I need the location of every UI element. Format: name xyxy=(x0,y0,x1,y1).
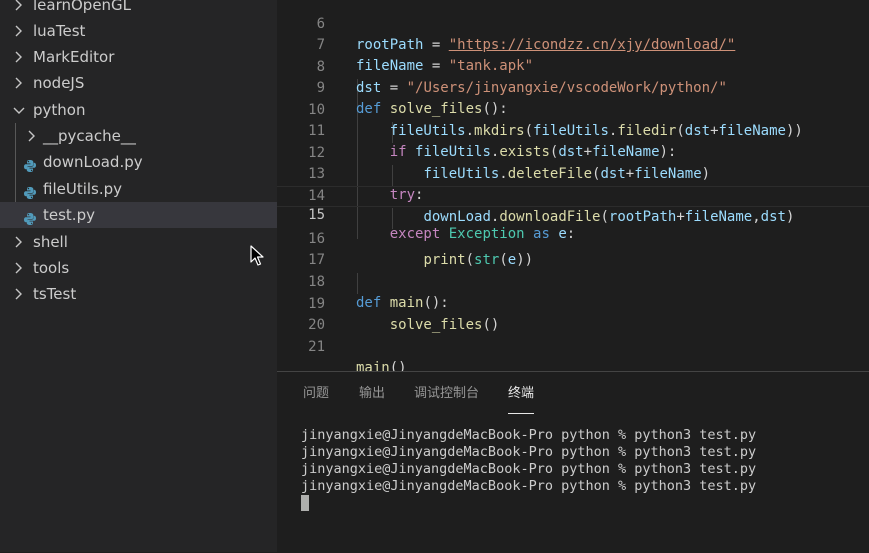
chevron-right-icon xyxy=(14,70,26,96)
terminal-line: jinyangxie@JinyangdeMacBook-Pro python %… xyxy=(301,461,757,477)
bottom-panel: 问题 输出 调试控制台 终端 jinyangxie@JinyangdeMacBo… xyxy=(277,371,869,553)
code-line[interactable]: 14 downLoad.downloadFile(rootPath+fileNa… xyxy=(277,165,869,225)
tree-file-test-py[interactable]: test.py xyxy=(0,202,277,228)
code-line[interactable]: 20 xyxy=(277,294,869,333)
tree-folder-tstest[interactable]: tsTest xyxy=(0,281,277,307)
tree-folder-nodejs[interactable]: nodeJS xyxy=(0,70,277,96)
code-line[interactable]: 13 try: xyxy=(277,143,869,203)
tree-folder-python[interactable]: python xyxy=(0,97,277,123)
tab-output[interactable]: 输出 xyxy=(359,372,385,412)
tree-label: fileUtils.py xyxy=(43,180,123,198)
tree-label: tsTest xyxy=(33,285,77,303)
line-number: 21 xyxy=(308,339,325,355)
code-line[interactable]: 18 def main(): xyxy=(277,251,869,311)
tree-file-download-py[interactable]: downLoad.py xyxy=(0,149,277,175)
terminal-line: jinyangxie@JinyangdeMacBook-Pro python %… xyxy=(301,444,757,460)
tree-label: MarkEditor xyxy=(33,48,115,66)
active-tab-indicator xyxy=(508,413,535,414)
chevron-right-icon xyxy=(14,0,26,18)
tab-debug-console[interactable]: 调试控制台 xyxy=(414,372,479,412)
tree-label: shell xyxy=(33,233,68,251)
code-line[interactable]: 9 def solve_files(): xyxy=(277,57,869,117)
tree-folder-luatest[interactable]: luaTest xyxy=(0,18,277,44)
tree-label: test.py xyxy=(43,206,95,224)
mouse-pointer-icon xyxy=(250,245,264,271)
code-line-current[interactable]: 15 except Exception as e: xyxy=(277,186,869,242)
tree-folder-tools[interactable]: tools xyxy=(0,255,277,281)
code-line[interactable]: 7 fileName = "tank.apk" xyxy=(277,14,869,74)
chevron-right-icon xyxy=(14,18,26,44)
code-line[interactable]: 17 xyxy=(277,229,869,268)
tree-label: tools xyxy=(33,259,70,277)
tree-label: luaTest xyxy=(33,22,86,40)
code-line[interactable]: 8 dst = "/Users/jinyangxie/vscodeWork/py… xyxy=(277,36,869,96)
chevron-down-icon xyxy=(13,97,25,123)
code-line[interactable]: 11 if fileUtils.exists(dst+fileName): xyxy=(277,100,869,160)
tab-terminal-label: 终端 xyxy=(508,386,535,401)
code-line[interactable]: 6 rootPath = "https://icondzz.cn/xjy/dow… xyxy=(277,0,869,53)
code-line[interactable]: 16 print(str(e)) xyxy=(277,208,869,268)
code-line[interactable]: 19 solve_files() xyxy=(277,273,869,333)
tab-terminal[interactable]: 终端 xyxy=(508,372,535,414)
code-text: main() xyxy=(356,360,407,372)
tree-folder-markeditor[interactable]: MarkEditor xyxy=(0,44,277,70)
chevron-right-icon xyxy=(14,255,26,281)
terminal-line: jinyangxie@JinyangdeMacBook-Pro python %… xyxy=(301,427,757,443)
tree-file-fileutils-py[interactable]: fileUtils.py xyxy=(0,176,277,202)
chevron-right-icon xyxy=(14,281,26,307)
tab-problems[interactable]: 问题 xyxy=(303,372,329,412)
tree-label: python xyxy=(33,101,86,119)
tree-folder-pycache[interactable]: __pycache__ xyxy=(0,123,277,149)
code-line[interactable]: 10 fileUtils.mkdirs(fileUtils.filedir(ds… xyxy=(277,79,869,139)
tree-label: downLoad.py xyxy=(43,153,143,171)
terminal-cursor[interactable] xyxy=(301,495,309,511)
chevron-right-icon xyxy=(14,229,26,255)
chevron-right-icon xyxy=(14,44,26,70)
terminal-line: jinyangxie@JinyangdeMacBook-Pro python %… xyxy=(301,478,757,494)
tree-folder-learnopengl[interactable]: learnOpenGL xyxy=(0,0,277,18)
tree-folder-shell[interactable]: shell xyxy=(0,229,277,255)
tree-label: __pycache__ xyxy=(43,127,136,145)
explorer-sidebar: learnOpenGL luaTest MarkEditor nodeJS py… xyxy=(0,0,277,552)
code-line[interactable]: 12 fileUtils.deleteFile(dst+fileName) xyxy=(277,122,869,182)
code-editor[interactable]: 6 rootPath = "https://icondzz.cn/xjy/dow… xyxy=(277,0,869,372)
code-line[interactable]: 21 main() xyxy=(277,316,869,372)
chevron-right-icon xyxy=(27,123,39,149)
tree-label: learnOpenGL xyxy=(33,0,132,14)
tree-label: nodeJS xyxy=(33,74,85,92)
